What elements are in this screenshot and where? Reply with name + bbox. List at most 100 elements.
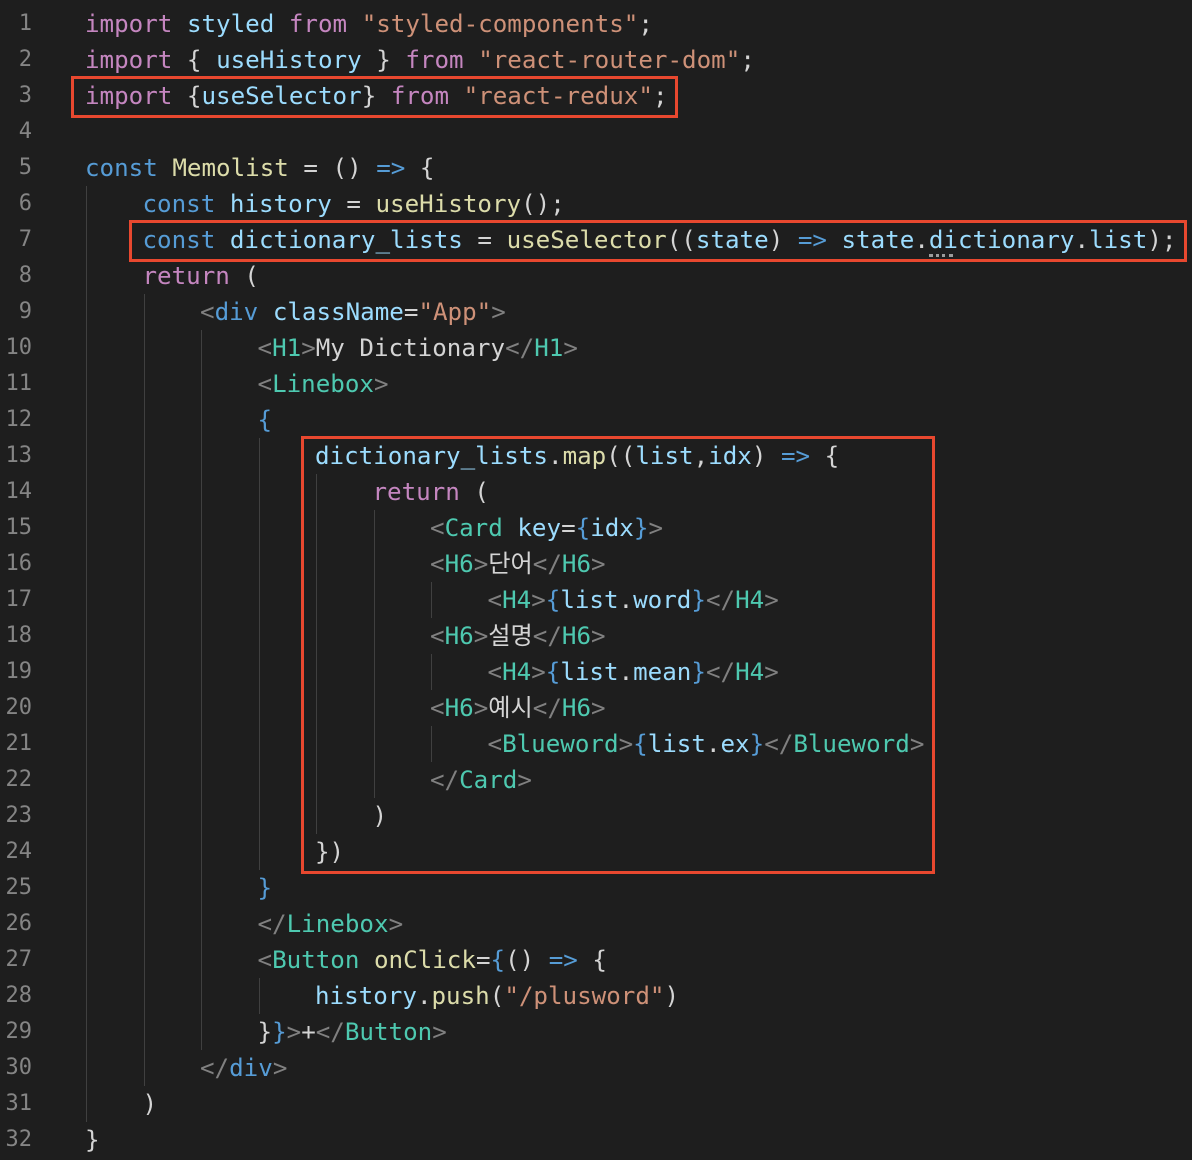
line-number: 32 [5, 1127, 33, 1152]
indent-guide [86, 294, 87, 330]
indent-guide [86, 402, 87, 438]
indent-guide [258, 690, 260, 726]
line-number: 2 [18, 47, 32, 72]
indent-guide [258, 510, 260, 546]
indent-guide [143, 474, 145, 510]
indent-guide [86, 258, 87, 294]
code-line[interactable]: 25} [0, 870, 1192, 906]
code-line[interactable]: 10 <H1>My Dictionary</H1> [0, 330, 1192, 366]
indent-guide [86, 762, 87, 798]
code-token: > [272, 1054, 288, 1082]
code-line[interactable]: 28 history.push("/plusword") [0, 978, 1192, 1014]
indent-guide [201, 1014, 202, 1050]
indent-guide [201, 402, 202, 438]
code-text: import { useHistory } from "react-router… [85, 42, 755, 78]
code-line[interactable]: 12 { [0, 402, 1192, 438]
code-line[interactable]: 26 </Linebox> [0, 906, 1192, 942]
code-token: div [214, 298, 259, 326]
code-line[interactable]: 32} [0, 1122, 1192, 1158]
indent-guide [258, 798, 260, 834]
indent-guide [201, 330, 202, 366]
line-number: 22 [5, 767, 33, 792]
code-line[interactable]: 31) [0, 1086, 1192, 1122]
indent-guide [143, 618, 145, 654]
indent-guide [201, 618, 202, 654]
indent-guide [86, 366, 87, 402]
code-token: } [272, 1018, 287, 1046]
indent-guide [201, 690, 202, 726]
line-number: 14 [5, 479, 33, 504]
indent-guide [86, 510, 87, 546]
code-text: const history = useHistory(); [143, 186, 565, 222]
indent-guide [201, 366, 202, 402]
code-token: > [374, 370, 389, 398]
indent-guide [86, 582, 87, 618]
code-token: (); [521, 190, 565, 218]
code-line[interactable]: 1 import styled from "styled-components"; [0, 6, 1192, 42]
code-line[interactable]: 27 <Button onClick={() => { [0, 942, 1192, 978]
code-line[interactable]: 8 return ( [0, 258, 1192, 294]
code-token: => [376, 154, 406, 182]
indent-guide [201, 906, 202, 942]
line-number: 16 [5, 551, 33, 576]
code-token: { [172, 46, 217, 74]
code-token: + [301, 1018, 316, 1046]
code-token: = [475, 946, 491, 974]
indent-guide [258, 474, 260, 510]
line-number: 29 [5, 1019, 33, 1044]
indent-guide [201, 546, 202, 582]
code-text: <div className="App"> [200, 294, 506, 330]
code-token: "react-router-dom" [478, 46, 741, 74]
line-number: 12 [5, 407, 33, 432]
code-editor[interactable]: 1 import styled from "styled-components";… [0, 0, 1192, 1160]
code-text: <Button onClick={() => { [258, 942, 608, 978]
code-line[interactable]: 2 import { useHistory } from "react-route… [0, 42, 1192, 78]
code-token: H1 [272, 334, 302, 362]
code-token: return [142, 262, 230, 290]
indent-guide [143, 510, 145, 546]
indent-guide [86, 186, 87, 222]
indent-guide [143, 582, 145, 618]
indent-guide [143, 870, 145, 906]
code-text: <Linebox> [258, 366, 389, 402]
line-number: 27 [5, 947, 33, 972]
indent-guide [86, 834, 87, 870]
line-number: 26 [5, 911, 33, 936]
code-line[interactable]: 30 </div> [0, 1050, 1192, 1086]
code-token: </ [315, 1018, 345, 1046]
line-number: 6 [18, 191, 32, 216]
code-text: </div> [200, 1050, 287, 1086]
code-token: => [548, 946, 578, 974]
code-line[interactable]: 9 <div className="App"> [0, 294, 1192, 330]
code-text: </Linebox> [258, 906, 404, 942]
indent-guide [86, 330, 87, 366]
code-token: </ [257, 910, 287, 938]
indent-guide [86, 1086, 87, 1122]
indent-guide [86, 942, 87, 978]
indent-guide [201, 582, 202, 618]
line-number: 28 [5, 983, 33, 1008]
code-line[interactable]: 29}}>+</Button> [0, 1014, 1192, 1050]
indent-guide [201, 798, 202, 834]
indent-guide [143, 438, 145, 474]
code-token: div [229, 1054, 273, 1082]
code-token: const [85, 154, 158, 182]
code-token: onClick [374, 946, 476, 974]
code-token: { [490, 946, 506, 974]
indent-guide [86, 906, 87, 942]
code-token: > [491, 298, 506, 326]
indent-guide [86, 690, 87, 726]
code-line[interactable]: 4 [0, 114, 1192, 150]
code-token: from [405, 46, 464, 74]
code-line[interactable]: 11 <Linebox> [0, 366, 1192, 402]
code-line[interactable]: 6 const history = useHistory(); [0, 186, 1192, 222]
code-text: const Memolist = () => { [85, 150, 435, 186]
code-line[interactable]: 5 const Memolist = () => { [0, 150, 1192, 186]
code-token: className [272, 298, 404, 326]
code-token: "App" [418, 298, 492, 326]
indent-guide [258, 834, 260, 870]
line-number: 30 [5, 1055, 33, 1080]
